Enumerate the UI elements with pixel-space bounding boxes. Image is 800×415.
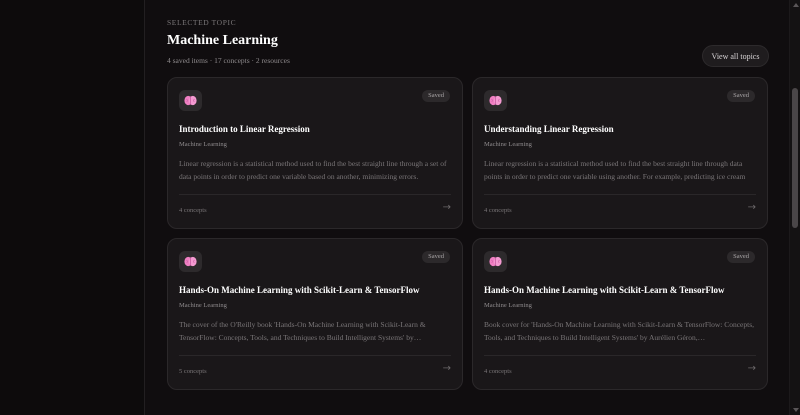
topic-meta: 4 saved items · 17 concepts · 2 resource…: [167, 56, 290, 65]
brain-icon: [484, 90, 507, 111]
saved-badge: Saved: [422, 251, 450, 263]
card-title[interactable]: Hands-On Machine Learning with Scikit-Le…: [179, 285, 452, 295]
card-divider: [484, 355, 756, 356]
concept-count: 4 concepts: [484, 207, 512, 214]
sidebar-panel: [0, 0, 145, 415]
vertical-scrollbar[interactable]: [789, 0, 800, 415]
card-title[interactable]: Introduction to Linear Regression: [179, 124, 452, 134]
main-content: SELECTED TOPIC Machine Learning 4 saved …: [145, 0, 789, 415]
card-description: Book cover for 'Hands-On Machine Learnin…: [484, 320, 755, 342]
card-divider: [179, 194, 451, 195]
card-description: The cover of the O'Reilly book 'Hands-On…: [179, 320, 426, 342]
card-category: Machine Learning: [179, 302, 227, 309]
saved-item-card[interactable]: Saved Understanding Linear Regression Ma…: [472, 77, 768, 229]
card-divider: [179, 355, 451, 356]
card-title[interactable]: Understanding Linear Regression: [484, 124, 757, 134]
concept-count: 4 concepts: [179, 207, 207, 214]
page-title: Machine Learning: [167, 33, 278, 48]
scrollbar-thumb[interactable]: [792, 88, 798, 228]
card-description: Linear regression is a statistical metho…: [484, 159, 746, 181]
saved-badge: Saved: [727, 90, 755, 102]
brain-icon: [179, 90, 202, 111]
saved-badge: Saved: [727, 251, 755, 263]
saved-badge: Saved: [422, 90, 450, 102]
card-description: Linear regression is a statistical metho…: [179, 159, 447, 181]
brain-icon: [179, 251, 202, 272]
card-title[interactable]: Hands-On Machine Learning with Scikit-Le…: [484, 285, 757, 295]
scroll-down-icon[interactable]: [793, 408, 799, 412]
arrow-right-icon[interactable]: →: [748, 363, 756, 374]
saved-item-card[interactable]: Saved Introduction to Linear Regression …: [167, 77, 463, 229]
card-category: Machine Learning: [179, 141, 227, 148]
arrow-right-icon[interactable]: →: [443, 202, 451, 213]
arrow-right-icon[interactable]: →: [443, 363, 451, 374]
view-all-topics-button[interactable]: View all topics: [702, 45, 769, 67]
arrow-right-icon[interactable]: →: [748, 202, 756, 213]
card-category: Machine Learning: [484, 141, 532, 148]
card-divider: [484, 194, 756, 195]
saved-item-card[interactable]: Saved Hands-On Machine Learning with Sci…: [167, 238, 463, 390]
concept-count: 4 concepts: [484, 368, 512, 375]
scroll-up-icon[interactable]: [793, 3, 799, 7]
section-eyebrow: SELECTED TOPIC: [167, 18, 237, 27]
saved-item-card[interactable]: Saved Hands-On Machine Learning with Sci…: [472, 238, 768, 390]
card-category: Machine Learning: [484, 302, 532, 309]
brain-icon: [484, 251, 507, 272]
concept-count: 5 concepts: [179, 368, 207, 375]
